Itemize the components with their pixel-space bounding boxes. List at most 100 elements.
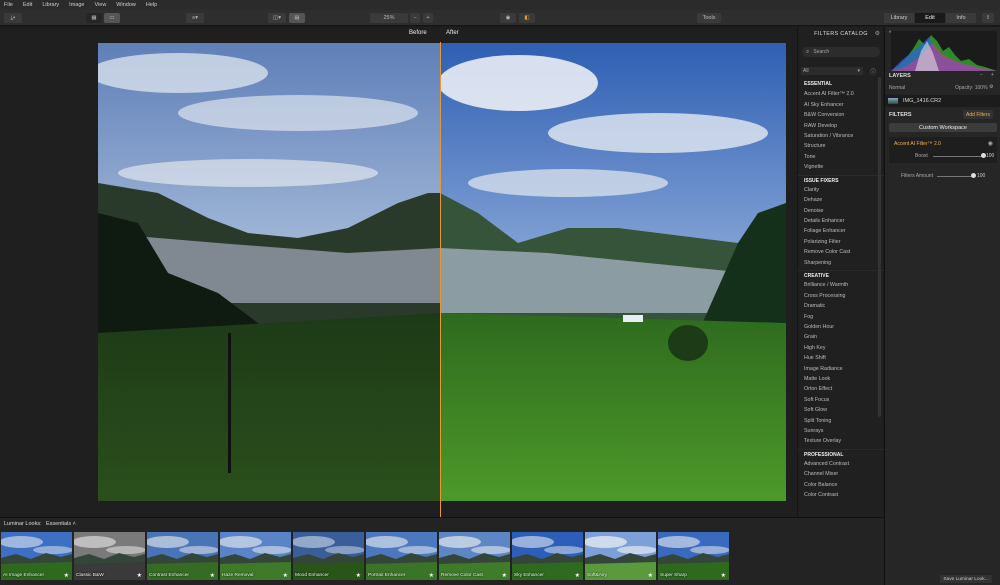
menu-item-help[interactable]: Help (146, 2, 157, 8)
catalog-filter-item[interactable]: Grain (798, 332, 884, 342)
star-icon[interactable]: ★ (721, 572, 726, 579)
layers-toggle-icon[interactable]: ◐ (889, 29, 892, 35)
look-preset[interactable]: Portrait Enhancer ★ (366, 532, 437, 580)
catalog-filter-item[interactable]: Advanced Contrast (798, 459, 884, 469)
catalog-filter-item[interactable]: Split Toning (798, 416, 884, 426)
search-input[interactable]: ⌕ Search (802, 47, 880, 57)
catalog-filter-item[interactable]: Polarizing Filter (798, 237, 884, 247)
catalog-filter-item[interactable]: Texture Overlay (798, 436, 884, 446)
menu-item-image[interactable]: Image (69, 2, 84, 8)
gear-icon[interactable]: ⚙ (875, 30, 880, 37)
catalog-filter-item[interactable]: Color Balance (798, 480, 884, 490)
boost-slider[interactable] (933, 155, 983, 157)
catalog-filter-item[interactable]: Matte Look (798, 374, 884, 384)
zoom-in-button[interactable]: + (423, 13, 433, 23)
zoom-out-button[interactable]: − (410, 13, 420, 23)
catalog-filter-item[interactable]: Brilliance / Warmth (798, 280, 884, 290)
catalog-filter-item[interactable]: Fog (798, 312, 884, 322)
catalog-scrollbar[interactable] (878, 77, 881, 417)
look-preset[interactable]: Mood Enhancer ★ (293, 532, 364, 580)
layer-add-icon[interactable]: + (991, 72, 994, 78)
catalog-filter-item[interactable]: Accent AI Filter™ 2.0 (798, 89, 884, 99)
single-view-button[interactable]: ▭ (104, 13, 120, 23)
catalog-filter-item[interactable]: Structure (798, 141, 884, 151)
catalog-filter-item[interactable]: Channel Mixer (798, 469, 884, 479)
catalog-filter-item[interactable]: Sharpening (798, 258, 884, 268)
blend-mode-select[interactable]: Normal (889, 85, 905, 91)
star-icon[interactable]: ★ (210, 572, 215, 579)
tab-info[interactable]: Info (946, 13, 976, 23)
catalog-filter-item[interactable]: Vignette (798, 162, 884, 172)
look-preset[interactable]: Remove Color Cast ★ (439, 532, 510, 580)
catalog-filter-item[interactable]: Hue Shift (798, 353, 884, 363)
menu-item-view[interactable]: View (94, 2, 106, 8)
catalog-filter-item[interactable]: Foliage Enhancer (798, 226, 884, 236)
filmstrip-button[interactable]: ▤ (289, 13, 305, 23)
look-preset[interactable]: Contrast Enhancer ★ (147, 532, 218, 580)
star-icon[interactable]: ★ (502, 572, 507, 579)
opacity-value[interactable]: Opacity: 100% (955, 85, 988, 91)
catalog-filter-item[interactable]: Cross Processing (798, 291, 884, 301)
look-preset[interactable]: AI Image Enhancer ★ (1, 532, 72, 580)
boost-slider-knob[interactable] (980, 153, 986, 158)
look-preset[interactable]: Super Sharp ★ (658, 532, 729, 580)
tab-library[interactable]: Library (884, 13, 914, 23)
catalog-filter-item[interactable]: AI Sky Enhancer (798, 100, 884, 110)
star-icon[interactable]: ★ (575, 572, 580, 579)
catalog-filter-item[interactable]: Orton Effect (798, 384, 884, 394)
export-button[interactable]: ⤓▾ (4, 13, 22, 23)
zoom-select[interactable]: 25% (370, 13, 408, 23)
save-look-button[interactable]: Save Luminar Look... (940, 575, 992, 583)
catalog-filter-item[interactable]: Sunrays (798, 426, 884, 436)
catalog-filter-item[interactable]: Color Contrast (798, 490, 884, 500)
add-filters-button[interactable]: Add Filters (963, 110, 993, 119)
catalog-filter-item[interactable]: Remove Color Cast (798, 247, 884, 257)
catalog-filter-item[interactable]: Details Enhancer (798, 216, 884, 226)
looks-category-select[interactable]: Essentials ˄ (46, 521, 76, 527)
preview-button[interactable]: ◉ (500, 13, 516, 23)
look-preset[interactable]: Sky Enhancer ★ (512, 532, 583, 580)
catalog-filter-item[interactable]: Soft Glow (798, 405, 884, 415)
filters-amount-knob[interactable] (970, 173, 976, 178)
menu-item-edit[interactable]: Edit (23, 2, 32, 8)
star-icon[interactable]: ★ (429, 572, 434, 579)
tools-menu[interactable]: Tools (697, 13, 721, 23)
catalog-filter-item[interactable]: B&W Conversion (798, 110, 884, 120)
menu-item-window[interactable]: Window (116, 2, 136, 8)
category-select[interactable]: All ▾ (801, 67, 863, 75)
eye-icon[interactable]: ◉ (988, 140, 993, 147)
catalog-filter-item[interactable]: Dehaze (798, 195, 884, 205)
menu-item-file[interactable]: File (4, 2, 13, 8)
catalog-filter-item[interactable]: Saturation / Vibrance (798, 131, 884, 141)
look-preset[interactable]: Classic B&W ★ (74, 532, 145, 580)
star-icon[interactable]: ★ (356, 572, 361, 579)
filters-amount-slider[interactable] (937, 175, 973, 177)
look-preset[interactable]: Soft&Airy ★ (585, 532, 656, 580)
catalog-filter-item[interactable]: Golden Hour (798, 322, 884, 332)
before-after-divider[interactable] (440, 42, 441, 517)
compare-mode-button[interactable]: ◫▾ (268, 13, 286, 23)
layer-item[interactable]: IMG_1416.CR2 (885, 95, 1000, 107)
catalog-filter-item[interactable]: High Key (798, 343, 884, 353)
grid-view-button[interactable]: ▦ (86, 13, 102, 23)
layer-minus-icon[interactable]: − (980, 72, 983, 78)
menu-item-library[interactable]: Library (42, 2, 59, 8)
catalog-filter-item[interactable]: Image Radiance (798, 364, 884, 374)
share-button[interactable]: ⇪ (982, 13, 994, 23)
catalog-filter-item[interactable]: RAW Develop (798, 121, 884, 131)
catalog-filter-item[interactable]: Dramatic (798, 301, 884, 311)
look-preset[interactable]: Haze Removal ★ (220, 532, 291, 580)
star-icon[interactable]: ★ (137, 572, 142, 579)
tab-edit[interactable]: Edit (915, 13, 945, 23)
history-button[interactable]: ≡▾ (186, 13, 204, 23)
catalog-filter-item[interactable]: Tone (798, 152, 884, 162)
star-icon[interactable]: ★ (648, 572, 653, 579)
custom-workspace-button[interactable]: Custom Workspace (889, 123, 997, 132)
info-icon[interactable]: ⓘ (868, 67, 878, 76)
star-icon[interactable]: ★ (283, 572, 288, 579)
catalog-filter-item[interactable]: Denoise (798, 206, 884, 216)
gear-icon[interactable]: ⚙ (989, 84, 993, 90)
star-icon[interactable]: ★ (64, 572, 69, 579)
before-after-button[interactable]: ◧ (519, 13, 535, 23)
catalog-filter-item[interactable]: Soft Focus (798, 395, 884, 405)
